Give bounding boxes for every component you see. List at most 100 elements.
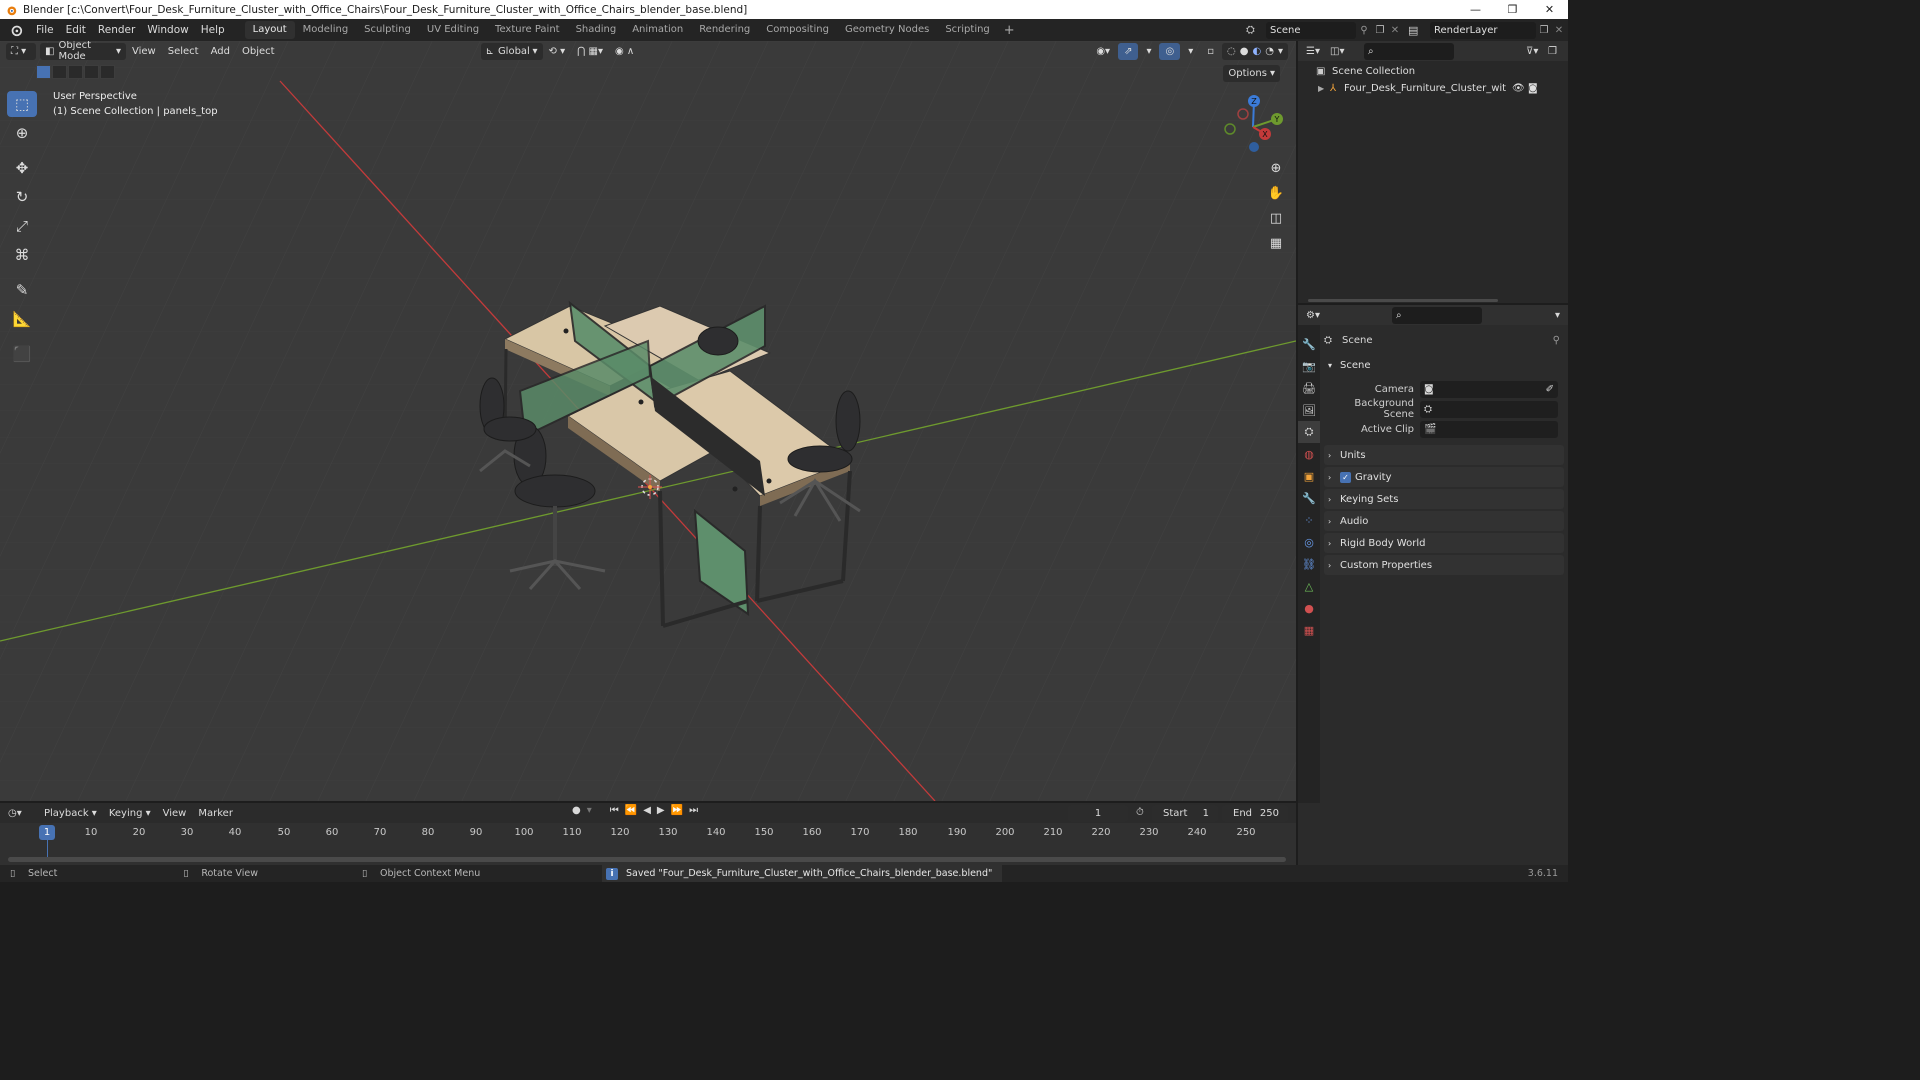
editor-type-button[interactable]: ⛶ ▾ — [6, 42, 36, 60]
camera-view-button[interactable]: ◫ — [1264, 207, 1288, 229]
tab-rendering[interactable]: Rendering — [691, 21, 758, 39]
tab-data[interactable]: △ — [1298, 575, 1320, 597]
outliner-editor-icon[interactable]: ☰▾ — [1306, 46, 1330, 57]
maximize-button[interactable]: ❐ — [1494, 0, 1531, 19]
snap-button[interactable]: ⋂ ▦▾ — [571, 43, 609, 60]
display-mode-icon[interactable]: ◫▾ — [1330, 46, 1354, 57]
pan-button[interactable]: ✋ — [1264, 182, 1288, 204]
outliner-scrollbar[interactable] — [1308, 299, 1498, 302]
pin-icon[interactable]: ⚲ — [1356, 25, 1372, 36]
timeline-editor-icon[interactable]: ◷▾ — [8, 808, 38, 819]
xray-toggle-button[interactable]: ▫ — [1201, 43, 1220, 60]
annotate-tool[interactable]: ✎ — [7, 277, 37, 303]
tab-compositing[interactable]: Compositing — [758, 21, 837, 39]
chevron-down-icon[interactable]: ▾ — [1555, 310, 1560, 321]
stopwatch-icon[interactable]: ⏱ — [1136, 807, 1144, 818]
transform-tool[interactable]: ⌘ — [7, 242, 37, 268]
proportional-edit-button[interactable]: ◉ ∧ — [609, 43, 640, 60]
tab-texture-paint[interactable]: Texture Paint — [487, 21, 568, 39]
select-box-tool[interactable]: ⬚ — [7, 91, 37, 117]
jump-end-icon[interactable]: ⏭ — [689, 805, 698, 816]
current-frame-field[interactable]: 1 — [1068, 805, 1128, 822]
menu-marker[interactable]: Marker — [192, 805, 239, 822]
zoom-button[interactable]: ⊕ — [1264, 157, 1288, 179]
add-cube-tool[interactable]: ⬛ — [7, 341, 37, 367]
gravity-checkbox[interactable]: ✓ — [1340, 471, 1351, 483]
overlays-menu-button[interactable]: ▾ — [1182, 43, 1199, 60]
tab-scene[interactable]: ⛭ — [1298, 421, 1320, 443]
overlays-toggle-button[interactable]: ◎ — [1159, 42, 1181, 60]
properties-editor-icon[interactable]: ⚙▾ — [1306, 310, 1330, 321]
render-camera-icon[interactable]: ◙ — [1528, 83, 1544, 94]
tab-uv-editing[interactable]: UV Editing — [419, 21, 487, 39]
render-layer-selector[interactable]: ▤ RenderLayer ❐ ✕ — [1408, 21, 1566, 39]
tab-physics[interactable]: ◎ — [1298, 531, 1320, 553]
menu-playback[interactable]: Playback ▾ — [38, 805, 103, 822]
scene-name-field[interactable]: Scene — [1266, 21, 1356, 39]
rotate-tool[interactable]: ↻ — [7, 184, 37, 210]
playhead-frame[interactable]: 1 — [39, 825, 55, 840]
panel-gravity-header[interactable]: › ✓ Gravity — [1324, 467, 1564, 487]
menu-file[interactable]: File — [30, 19, 60, 41]
tab-output[interactable]: 🖨 — [1298, 377, 1320, 399]
scale-tool[interactable]: ⤢ — [7, 213, 37, 239]
move-tool[interactable]: ✥ — [7, 155, 37, 181]
panel-scene-header[interactable]: ▾ Scene — [1324, 355, 1564, 375]
outliner-row-object[interactable]: ▶ ⅄ Four_Desk_Furniture_Cluster_with_Off… — [1298, 80, 1568, 97]
panel-rigid-body-header[interactable]: › Rigid Body World — [1324, 533, 1564, 553]
scene-selector[interactable]: ⛭ Scene ⚲ ❐ ✕ — [1246, 21, 1402, 39]
outliner-row-scene-collection[interactable]: ▣ Scene Collection — [1298, 63, 1568, 80]
menu-view[interactable]: View — [126, 43, 162, 60]
menu-edit[interactable]: Edit — [60, 19, 92, 41]
panel-audio-header[interactable]: › Audio — [1324, 511, 1564, 531]
panel-units-header[interactable]: › Units — [1324, 445, 1564, 465]
wireframe-shading-icon[interactable]: ◌ — [1227, 46, 1236, 57]
select-new-mode-button[interactable] — [36, 65, 51, 79]
end-frame-field[interactable]: End 250 — [1222, 805, 1288, 822]
new-layer-icon[interactable]: ❐ — [1536, 25, 1552, 36]
tab-object[interactable]: ▣ — [1298, 465, 1320, 487]
camera-field[interactable]: ◙ ✐ — [1420, 380, 1558, 398]
select-extend-mode-button[interactable] — [52, 65, 67, 79]
visibility-eye-icon[interactable]: 👁 — [1512, 83, 1528, 94]
disclosure-triangle-icon[interactable]: ▶ — [1318, 84, 1330, 93]
select-intersect-mode-button[interactable] — [100, 65, 115, 79]
blender-menu-icon[interactable] — [8, 23, 24, 37]
background-scene-field[interactable]: ⛭ — [1420, 400, 1558, 418]
menu-help[interactable]: Help — [195, 19, 231, 41]
gizmo-toggle-button[interactable]: ⇗ — [1118, 42, 1139, 60]
outliner-search-input[interactable]: ⌕ — [1364, 42, 1454, 60]
active-clip-field[interactable]: 🎬 — [1420, 420, 1558, 438]
panel-keying-sets-header[interactable]: › Keying Sets — [1324, 489, 1564, 509]
record-icon[interactable]: ● — [572, 805, 581, 816]
select-invert-mode-button[interactable] — [84, 65, 99, 79]
tab-modifiers[interactable]: 🔧 — [1298, 487, 1320, 509]
navigation-gizmo[interactable]: Z Y X — [1220, 89, 1290, 159]
tab-geometry-nodes[interactable]: Geometry Nodes — [837, 21, 937, 39]
viewport-scene[interactable] — [0, 41, 1296, 801]
rendered-shading-icon[interactable]: ◔ — [1265, 46, 1274, 57]
cursor-tool[interactable]: ⊕ — [7, 120, 37, 146]
tab-modeling[interactable]: Modeling — [295, 21, 357, 39]
material-shading-icon[interactable]: ◐ — [1253, 46, 1262, 57]
delete-layer-icon[interactable]: ✕ — [1552, 25, 1566, 36]
filter-icon[interactable]: ⊽▾ — [1526, 46, 1548, 57]
timeline-scrollbar[interactable] — [8, 857, 1286, 862]
properties-search-input[interactable]: ⌕ — [1392, 306, 1482, 324]
shading-modes[interactable]: ◌ ● ◐ ◔ ▾ — [1222, 42, 1288, 60]
tab-tool[interactable]: 🔧 — [1298, 333, 1320, 355]
pin-icon[interactable]: ⚲ — [1553, 335, 1560, 346]
tab-world[interactable]: ◍ — [1298, 443, 1320, 465]
tab-render[interactable]: 📷 — [1298, 355, 1320, 377]
tab-particles[interactable]: ⁘ — [1298, 509, 1320, 531]
next-keyframe-icon[interactable]: ⏩ — [671, 805, 683, 816]
tab-animation[interactable]: Animation — [624, 21, 691, 39]
solid-shading-icon[interactable]: ● — [1240, 46, 1249, 57]
select-subtract-mode-button[interactable] — [68, 65, 83, 79]
mode-selector[interactable]: ◧ Object Mode ▾ — [40, 41, 126, 62]
measure-tool[interactable]: 📐 — [7, 306, 37, 332]
delete-scene-icon[interactable]: ✕ — [1388, 25, 1402, 36]
pivot-point-button[interactable]: ⟲ ▾ — [543, 43, 572, 60]
tab-scripting[interactable]: Scripting — [937, 21, 997, 39]
tab-texture[interactable]: ▦ — [1298, 619, 1320, 641]
